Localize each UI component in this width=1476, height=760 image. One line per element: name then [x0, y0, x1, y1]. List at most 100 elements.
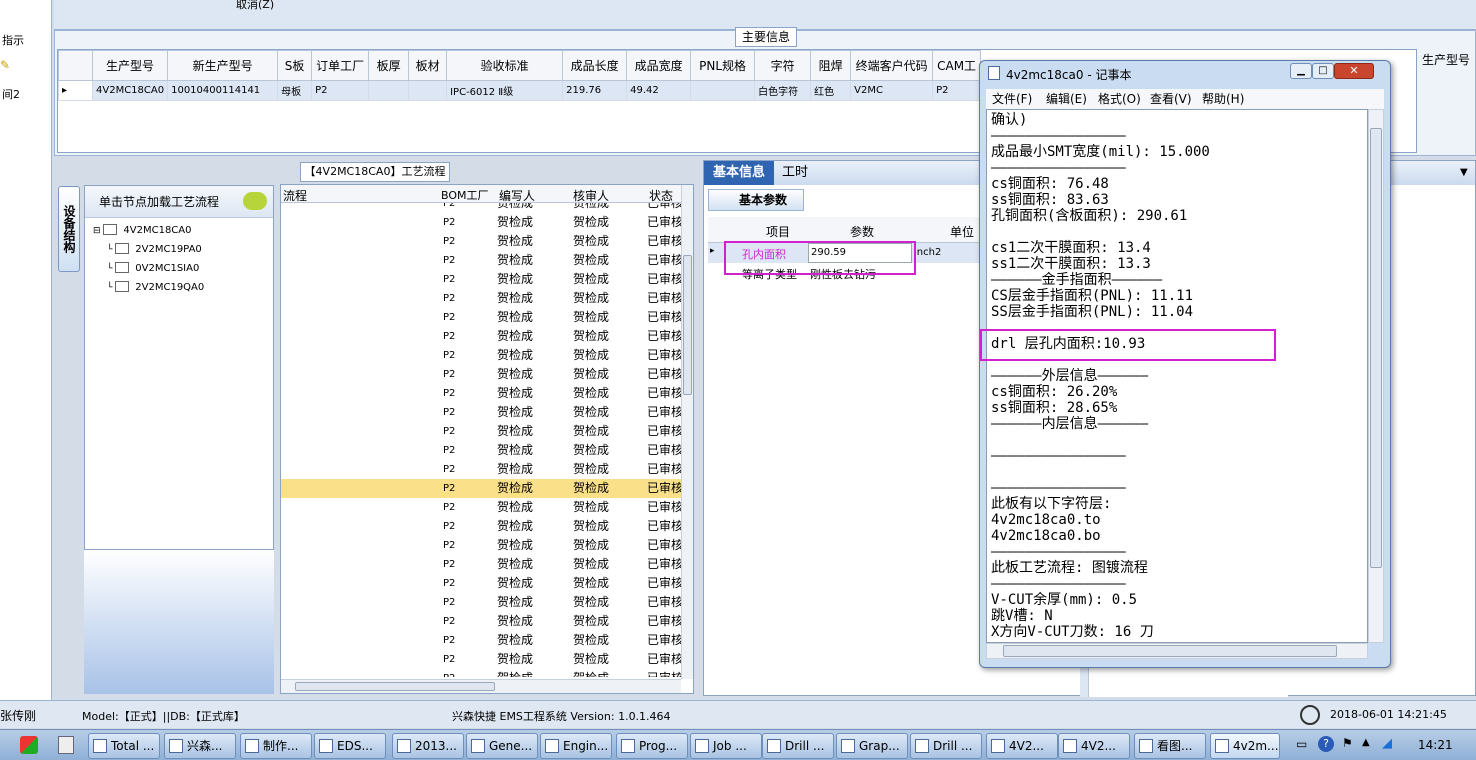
flow-row[interactable]: 压合P2贺检成贺检成已审核 [281, 232, 681, 251]
flow-table[interactable]: 流程 BOM工厂 编写人 核审人 状态 预排P2贺检成贺检成已审核 排板P2贺检… [280, 184, 694, 694]
flow-row[interactable]: 去毛刺1P2贺检成贺检成已审核 [281, 441, 681, 460]
checkbox[interactable] [115, 262, 130, 273]
flow-row[interactable]: 等离子处理1P2贺检成贺检成已审核 [281, 479, 681, 498]
flow-hscroll-thumb[interactable] [295, 682, 495, 691]
grid-cell[interactable]: 4V2MC18CA0 [91, 80, 169, 101]
taskbar-button[interactable]: Grap... [836, 733, 908, 759]
pencil-icon[interactable]: ✎ [0, 58, 12, 72]
taskbar-button[interactable]: 4V2... [1058, 733, 1130, 759]
flow-row[interactable]: 沉铜1P2贺检成贺检成已审核 [281, 498, 681, 517]
help-icon[interactable]: ? [1318, 736, 1334, 752]
taskbar-button[interactable]: Gene... [466, 733, 538, 759]
column-header[interactable]: PNL规格 [690, 50, 756, 81]
taskbar-button[interactable]: 兴森... [164, 733, 236, 759]
taskbar-button[interactable]: 2013... [392, 733, 464, 759]
taskbar-button[interactable]: 看图... [1134, 733, 1206, 759]
speech-bubble-icon[interactable] [243, 192, 267, 210]
flow-row[interactable]: 沉铜1P2贺检成贺检成已审核 [281, 422, 681, 441]
col-writer[interactable]: 编写人 [499, 187, 535, 204]
flow-row[interactable]: 钻孔P2贺检成贺检成已审核 [281, 403, 681, 422]
flow-row[interactable]: 除胶P2贺检成贺检成已审核 [281, 346, 681, 365]
flow-vscroll-thumb[interactable] [683, 255, 692, 395]
col-status[interactable]: 状态 [649, 187, 673, 204]
flow-row[interactable]: 板镀P2贺检成贺检成已审核 [281, 536, 681, 555]
taskbar-button[interactable]: 制作... [240, 733, 312, 759]
col-bom-factory[interactable]: BOM工厂 [441, 187, 489, 203]
flag-icon[interactable]: ⚑ [1342, 736, 1353, 750]
notepad-hscroll-thumb[interactable] [1003, 645, 1337, 657]
col-param[interactable]: 参数 [850, 223, 874, 240]
checkbox[interactable] [115, 281, 130, 292]
checkbox[interactable] [103, 224, 118, 235]
flow-rows[interactable]: 预排P2贺检成贺检成已审核 排板P2贺检成贺检成已审核 压合P2贺检成贺检成已审… [281, 203, 681, 677]
taskbar-button[interactable]: EDS... [314, 733, 386, 759]
flow-row[interactable]: 图镀铜镍金P2贺检成贺检成已审核 [281, 669, 681, 677]
flow-row[interactable]: 图镀铜镍金P2贺检成贺检成已审核 [281, 650, 681, 669]
subtab-basic-params[interactable]: 基本参数 [708, 189, 804, 211]
flow-row[interactable]: 显影P2贺检成贺检成已审核 [281, 631, 681, 650]
flow-row[interactable]: 钻孔P2贺检成贺检成已审核 [281, 365, 681, 384]
flow-row[interactable]: 预排P2贺检成贺检成已审核 [281, 203, 681, 213]
checkbox[interactable] [115, 243, 130, 254]
notepad-vscroll[interactable] [1368, 109, 1384, 643]
tree-node[interactable]: ⊟ 4V2MC18CA0 [93, 224, 192, 236]
grid-cell[interactable]: P2 [311, 80, 370, 101]
cancel-button[interactable]: 取消(Z) [236, 0, 274, 12]
taskbar-clock[interactable]: 14:21 [1418, 738, 1453, 752]
app-icon[interactable] [58, 736, 74, 754]
flow-row[interactable]: 铣边P2贺检成贺检成已审核 [281, 270, 681, 289]
product-tree[interactable]: ⊟ 4V2MC18CA0 └ 2V2MC19PA0 └ 0V2MC1SIA0 └ 2V… [85, 220, 273, 320]
minimize-icon[interactable]: ▁ [1290, 63, 1312, 79]
side-tab-equipment[interactable]: 设备结构 [58, 186, 80, 272]
flow-row[interactable]: 曝光P2贺检成贺检成已审核 [281, 612, 681, 631]
column-header[interactable]: 成品宽度 [626, 50, 692, 81]
grid-cell[interactable]: V2MC [850, 80, 934, 101]
panel-dropdown-icon[interactable]: ▼ [1460, 167, 1468, 178]
grid-cell[interactable]: 49.42 [626, 80, 692, 101]
tree-node[interactable]: └ 2V2MC19QA0 [107, 281, 204, 293]
grid-cell[interactable]: 10010400114141 [167, 80, 279, 101]
flow-row[interactable]: 贴膜P2贺检成贺检成已审核 [281, 593, 681, 612]
taskbar-button[interactable]: Engin... [540, 733, 612, 759]
column-header[interactable]: 阻焊 [810, 50, 852, 81]
flow-row[interactable]: 烘板1P2贺检成贺检成已审核 [281, 460, 681, 479]
column-header[interactable]: S板 [277, 50, 313, 81]
grid-cell[interactable]: IPC-6012 Ⅱ级 [446, 80, 564, 101]
flow-vscroll[interactable] [681, 185, 693, 679]
grid-cell[interactable] [368, 80, 410, 101]
menu-edit[interactable]: 编辑(E) [1046, 89, 1087, 109]
notepad-hscroll[interactable] [986, 643, 1368, 659]
menu-view[interactable]: 查看(V) [1150, 89, 1192, 109]
column-header[interactable]: CAM工 [932, 50, 982, 81]
taskbar-button[interactable]: Prog... [616, 733, 688, 759]
menu-help[interactable]: 帮助(H) [1202, 89, 1244, 109]
column-header[interactable]: 验收标准 [446, 50, 564, 81]
network-icon[interactable]: ◢ [1382, 736, 1392, 751]
tray-expand-icon[interactable]: ▲ [1362, 737, 1370, 748]
column-header[interactable]: 生产型号 [91, 50, 169, 81]
col-unit[interactable]: 单位 [950, 223, 974, 240]
taskbar-button[interactable]: Job ... [690, 733, 762, 759]
close-icon[interactable]: ✕ [1334, 63, 1374, 79]
flow-row[interactable]: 外层干膜P2贺检成贺检成已审核 [281, 555, 681, 574]
flow-hscroll[interactable] [281, 679, 681, 693]
menu-file[interactable]: 文件(F) [992, 89, 1032, 109]
taskbar-button[interactable]: 4v2m... [1210, 733, 1280, 759]
column-header[interactable]: 字符 [754, 50, 812, 81]
grid-cell[interactable]: 白色字符 [754, 80, 812, 101]
keyboard-icon[interactable]: ▭ [1296, 737, 1307, 751]
grid-cell[interactable] [690, 80, 756, 101]
notepad-vscroll-thumb[interactable] [1370, 128, 1382, 568]
column-header[interactable]: 订单工厂 [311, 50, 370, 81]
grid-cell[interactable]: 219.76 [562, 80, 628, 101]
app-icon[interactable] [20, 736, 38, 754]
grid-cell[interactable]: 红色 [810, 80, 852, 101]
column-header[interactable]: 新生产型号 [167, 50, 279, 81]
flow-row[interactable]: 电镀P2贺检成贺检成已审核 [281, 517, 681, 536]
flow-row[interactable]: 排板P2贺检成贺检成已审核 [281, 213, 681, 232]
flow-row[interactable]: 外层前处理P2贺检成贺检成已审核 [281, 574, 681, 593]
tab-work-hours[interactable]: 工时 [782, 161, 822, 185]
tab-basic-info[interactable]: 基本信息 [704, 161, 774, 185]
tree-node[interactable]: └ 0V2MC1SIA0 [107, 262, 199, 274]
column-header[interactable]: 成品长度 [562, 50, 628, 81]
